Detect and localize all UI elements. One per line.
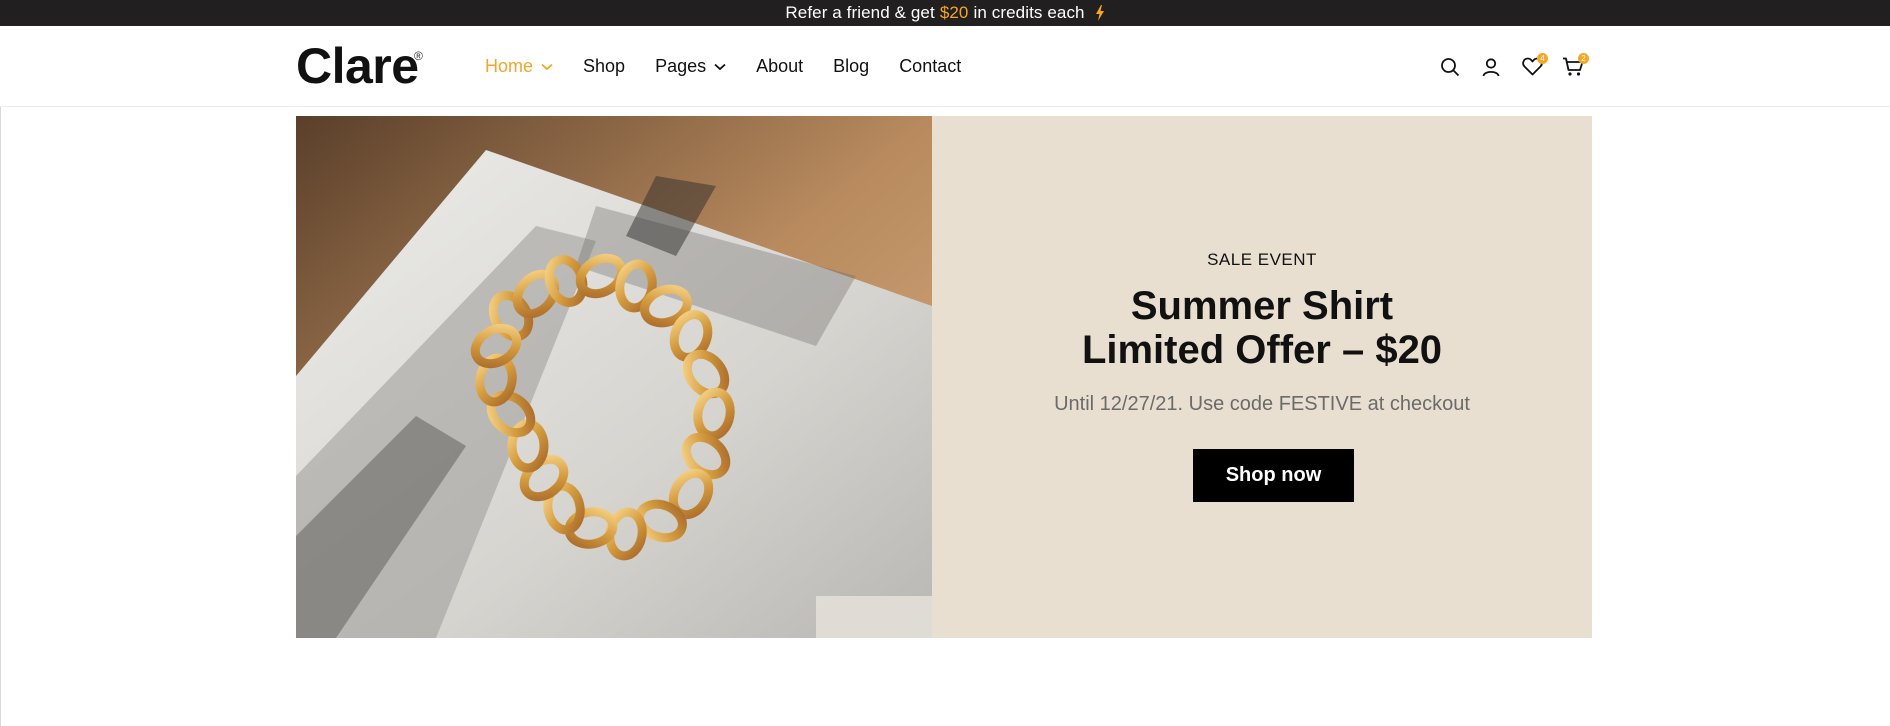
nav-item-label: Pages bbox=[655, 56, 707, 76]
nav-item-label: Contact bbox=[899, 56, 962, 76]
nav-item-label: About bbox=[756, 56, 804, 76]
nav-item-about[interactable]: About bbox=[756, 56, 803, 77]
nav-item-blog[interactable]: Blog bbox=[833, 56, 869, 77]
cart-count-badge: 2 bbox=[1578, 52, 1589, 64]
header-actions: 4 2 bbox=[1436, 26, 1600, 107]
search-icon bbox=[1441, 57, 1460, 76]
nav-item-pages[interactable]: Pages bbox=[655, 56, 726, 77]
announcement-bar: Refer a friend & get $20 in credits each bbox=[0, 0, 1890, 26]
account-button[interactable] bbox=[1477, 53, 1505, 81]
chevron-down-icon bbox=[541, 63, 553, 70]
nav-item-contact[interactable]: Contact bbox=[899, 56, 961, 77]
site-header: Clare ® Home Shop Pages About Blog Conta… bbox=[0, 26, 1890, 107]
nav-item-label: Shop bbox=[583, 56, 626, 76]
page-edge bbox=[0, 26, 1, 726]
hero-promo-panel: SALE EVENT Summer Shirt Limited Offer – … bbox=[932, 116, 1592, 638]
hero-headline-line-1: Summer Shirt bbox=[1130, 284, 1394, 328]
hero-headline-line-2: Limited Offer – $20 bbox=[1081, 328, 1443, 372]
user-icon bbox=[1482, 57, 1500, 76]
hero-image bbox=[296, 116, 932, 638]
nav-item-label: Blog bbox=[833, 56, 870, 76]
search-button[interactable] bbox=[1436, 53, 1464, 81]
hero-subtext: Until 12/27/21. Use code FESTIVE at chec… bbox=[1054, 393, 1470, 415]
wishlist-button[interactable]: 4 bbox=[1518, 52, 1548, 81]
hero-eyebrow: SALE EVENT bbox=[1207, 250, 1317, 269]
nav-item-shop[interactable]: Shop bbox=[583, 56, 625, 77]
wishlist-count-badge: 4 bbox=[1537, 52, 1548, 64]
chevron-down-icon bbox=[714, 63, 726, 70]
logo[interactable]: Clare bbox=[296, 41, 419, 91]
announcement-text-end: in credits each bbox=[973, 3, 1085, 22]
nav-item-label: Home bbox=[485, 56, 534, 76]
shop-now-button[interactable]: Shop now bbox=[1193, 449, 1354, 502]
cart-button[interactable]: 2 bbox=[1559, 52, 1589, 81]
main-nav: Home Shop Pages About Blog Contact bbox=[485, 26, 991, 107]
hero-headline: Summer Shirt Limited Offer – $20 bbox=[932, 284, 1592, 372]
announcement-text: Refer a friend & get bbox=[785, 3, 935, 22]
lightning-bolt-icon bbox=[1095, 5, 1105, 21]
nav-item-home[interactable]: Home bbox=[485, 56, 553, 77]
announcement-amount: $20 bbox=[939, 3, 969, 22]
logo-registered-mark: ® bbox=[414, 49, 423, 63]
